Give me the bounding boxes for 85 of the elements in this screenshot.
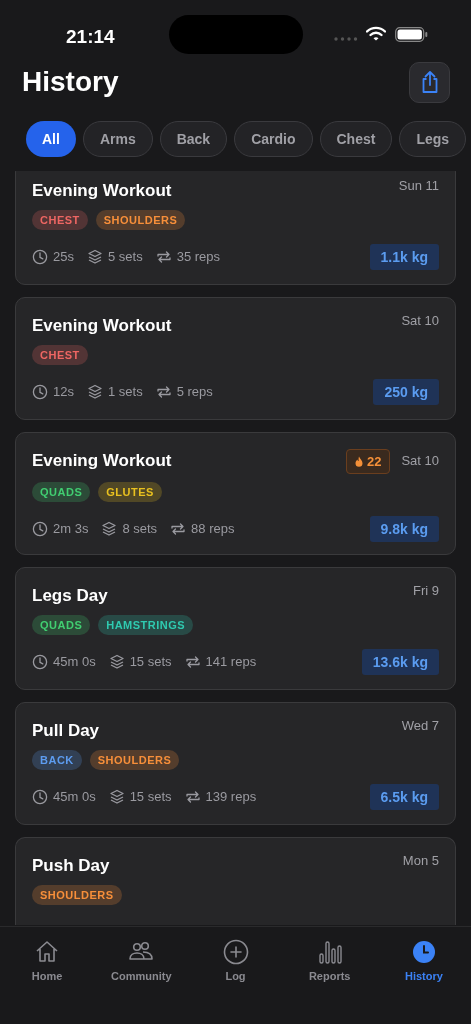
layers-icon bbox=[108, 654, 125, 670]
duration-text: 2m 3s bbox=[53, 520, 89, 539]
volume-badge: 1.1k kg bbox=[369, 244, 439, 270]
reps-text: 141 reps bbox=[205, 653, 257, 672]
reps-text: 88 reps bbox=[191, 520, 235, 539]
filter-chip[interactable]: Cardio bbox=[234, 121, 313, 157]
clock-icon bbox=[32, 521, 48, 537]
layers-icon bbox=[86, 249, 103, 265]
volume-badge: 13.6k kg bbox=[361, 649, 439, 675]
repeat-icon bbox=[155, 384, 172, 400]
duration-text: 45m 0s bbox=[53, 653, 96, 672]
workout-date: Sun 11 bbox=[398, 177, 439, 195]
muscle-tag: CHEST bbox=[32, 210, 88, 230]
repeat-icon bbox=[155, 249, 172, 265]
duration-text: 12s bbox=[53, 383, 74, 402]
clock-icon bbox=[32, 654, 48, 670]
workout-title: Push Day bbox=[32, 855, 110, 877]
tab-item[interactable]: Reports bbox=[282, 939, 377, 985]
clock-icon bbox=[410, 939, 437, 965]
sets-text: 15 sets bbox=[129, 653, 172, 672]
muscle-tag: SHOULDERS bbox=[89, 750, 180, 770]
status-time: 21:14 bbox=[66, 25, 115, 49]
signal-icon bbox=[334, 37, 358, 41]
reps-text: 5 reps bbox=[176, 383, 213, 402]
muscle-tag: GLUTES bbox=[98, 482, 162, 502]
muscle-tag: HAMSTRINGS bbox=[98, 615, 194, 635]
streak-badge: 22 bbox=[345, 449, 391, 474]
workout-date: Sat 10 bbox=[401, 451, 439, 470]
workout-date: Sat 10 bbox=[401, 312, 439, 330]
workout-card[interactable]: Push Day Mon 5 SHOULDERS bbox=[15, 837, 456, 925]
muscle-tag: QUADS bbox=[32, 615, 91, 635]
reps-text: 35 reps bbox=[176, 248, 221, 267]
duration-text: 45m 0s bbox=[53, 788, 96, 807]
volume-badge: 9.8k kg bbox=[369, 516, 439, 542]
repeat-icon bbox=[184, 789, 201, 805]
battery-icon bbox=[395, 27, 428, 42]
muscle-tag: SHOULDERS bbox=[95, 210, 186, 230]
filter-chip[interactable]: Back bbox=[159, 121, 228, 157]
workout-date: Mon 5 bbox=[402, 852, 439, 870]
workout-title: Evening Workout bbox=[32, 180, 172, 202]
filter-chip[interactable]: Arms bbox=[82, 121, 153, 157]
clock-icon bbox=[32, 384, 48, 400]
tab-item[interactable]: Log bbox=[188, 939, 283, 985]
workout-title: Legs Day bbox=[32, 585, 108, 607]
page-title: History bbox=[22, 65, 119, 99]
layers-icon bbox=[86, 384, 103, 400]
repeat-icon bbox=[184, 654, 201, 670]
clock-icon bbox=[32, 789, 48, 805]
tab-item[interactable]: Community bbox=[94, 939, 189, 985]
filter-chip[interactable]: All bbox=[26, 121, 76, 157]
volume-badge: 250 kg bbox=[373, 379, 439, 405]
workout-title: Evening Workout bbox=[32, 450, 172, 472]
wifi-icon bbox=[366, 26, 386, 41]
layers-icon bbox=[101, 521, 118, 537]
workout-date: Fri 9 bbox=[413, 582, 439, 600]
layers-icon bbox=[108, 789, 125, 805]
workout-card[interactable]: Legs Day Fri 9 QUADS HAMSTRINGS 45m 0s 15 sets 141 reps 13.6k kg bbox=[15, 567, 456, 690]
workout-card[interactable]: Evening Workout 22 Sat 10 QUADS GLUTES 2m 3s 8 sets 88 reps 9.8k kg bbox=[15, 432, 456, 555]
workout-card[interactable]: Evening Workout Sat 10 CHEST 12s 1 sets 5 reps 250 kg bbox=[15, 297, 456, 420]
muscle-tag: BACK bbox=[32, 750, 82, 770]
sets-text: 15 sets bbox=[129, 788, 172, 807]
share-button[interactable] bbox=[409, 61, 450, 103]
workout-date: Wed 7 bbox=[401, 717, 439, 735]
repeat-icon bbox=[170, 521, 187, 537]
volume-badge: 6.5k kg bbox=[369, 784, 439, 810]
workout-title: Evening Workout bbox=[32, 315, 172, 337]
tab-item[interactable]: History bbox=[376, 939, 471, 985]
muscle-tag: QUADS bbox=[32, 482, 91, 502]
bar-chart-icon bbox=[316, 939, 343, 965]
workout-card[interactable]: Pull Day Wed 7 BACK SHOULDERS 45m 0s 15 sets 139 reps 6.5k kg bbox=[15, 702, 456, 825]
sets-text: 8 sets bbox=[122, 520, 158, 539]
filter-chip[interactable]: Legs bbox=[399, 121, 467, 157]
tab-item[interactable]: Home bbox=[0, 939, 95, 985]
muscle-tag: CHEST bbox=[32, 345, 88, 365]
plus-circle-icon bbox=[222, 939, 249, 965]
clock-icon bbox=[32, 249, 48, 265]
muscle-tag: SHOULDERS bbox=[32, 885, 122, 905]
workout-card[interactable]: Evening Workout Sun 11 CHEST SHOULDERS 25s 5 sets 35 reps 1.1k kg bbox=[15, 171, 456, 285]
sets-text: 5 sets bbox=[107, 248, 143, 267]
duration-text: 25s bbox=[53, 248, 74, 267]
workout-title: Pull Day bbox=[32, 720, 100, 742]
filter-chip[interactable]: Chest bbox=[319, 121, 393, 157]
sets-text: 1 sets bbox=[107, 383, 143, 402]
flame-icon bbox=[354, 456, 363, 467]
reps-text: 139 reps bbox=[205, 788, 257, 807]
